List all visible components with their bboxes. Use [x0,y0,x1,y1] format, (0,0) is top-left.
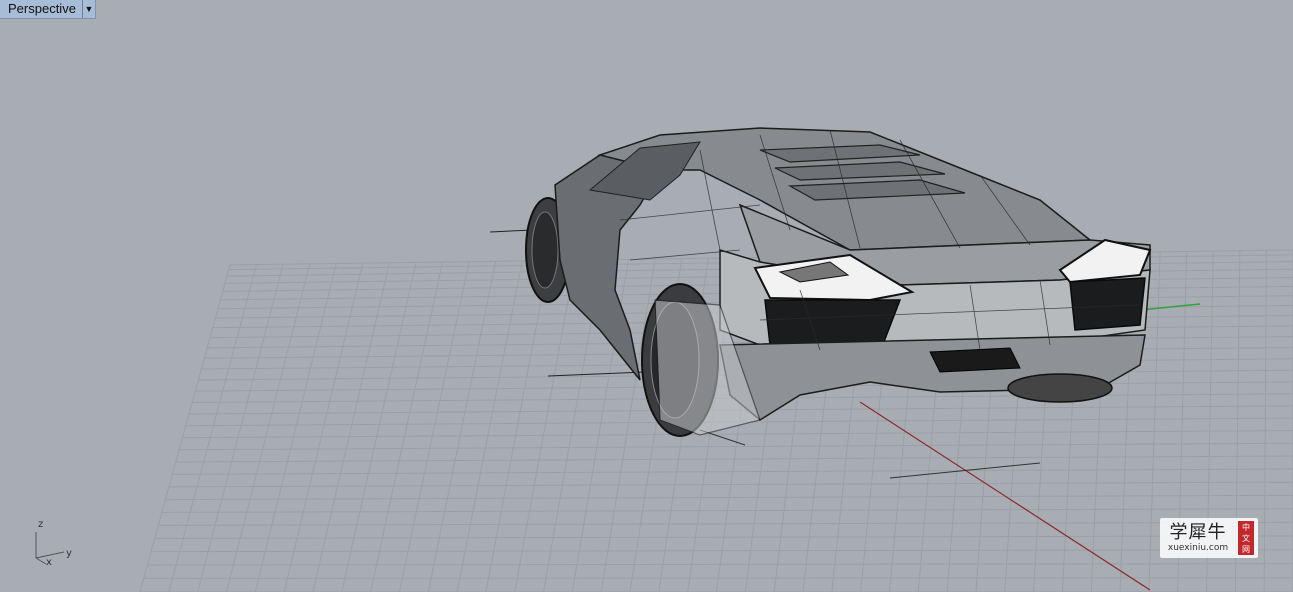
axis-y-label: y [66,548,72,559]
axis-z-label: z [38,519,43,530]
watermark-chinese: 学犀牛 [1169,521,1227,543]
right-rear-vent [1069,277,1146,331]
site-watermark: 学犀牛 xuexiniu.com 中 文 网 [1160,518,1258,558]
viewport-scene[interactable]: z y x [0,0,1293,592]
viewport-title[interactable]: Perspective [0,0,82,18]
axis-x-label: x [46,557,52,568]
badge-char-2: 文 [1242,533,1250,543]
exhaust [929,347,1021,373]
badge-char-3: 网 [1242,544,1250,554]
perspective-viewport[interactable]: z y x Perspective ▼ 学犀牛 xuexiniu.com 中 文… [0,0,1293,592]
watermark-url: xuexiniu.com [1167,542,1229,553]
car-model[interactable] [489,127,1152,479]
watermark-badge: 中 文 网 [1238,521,1254,555]
axes-widget: z y x [35,519,72,568]
badge-char-1: 中 [1242,522,1250,532]
triangle-down-icon[interactable]: ▼ [81,0,95,18]
viewport-title-tab[interactable]: Perspective ▼ [0,0,96,19]
watermark-text: 学犀牛 xuexiniu.com [1160,521,1236,554]
